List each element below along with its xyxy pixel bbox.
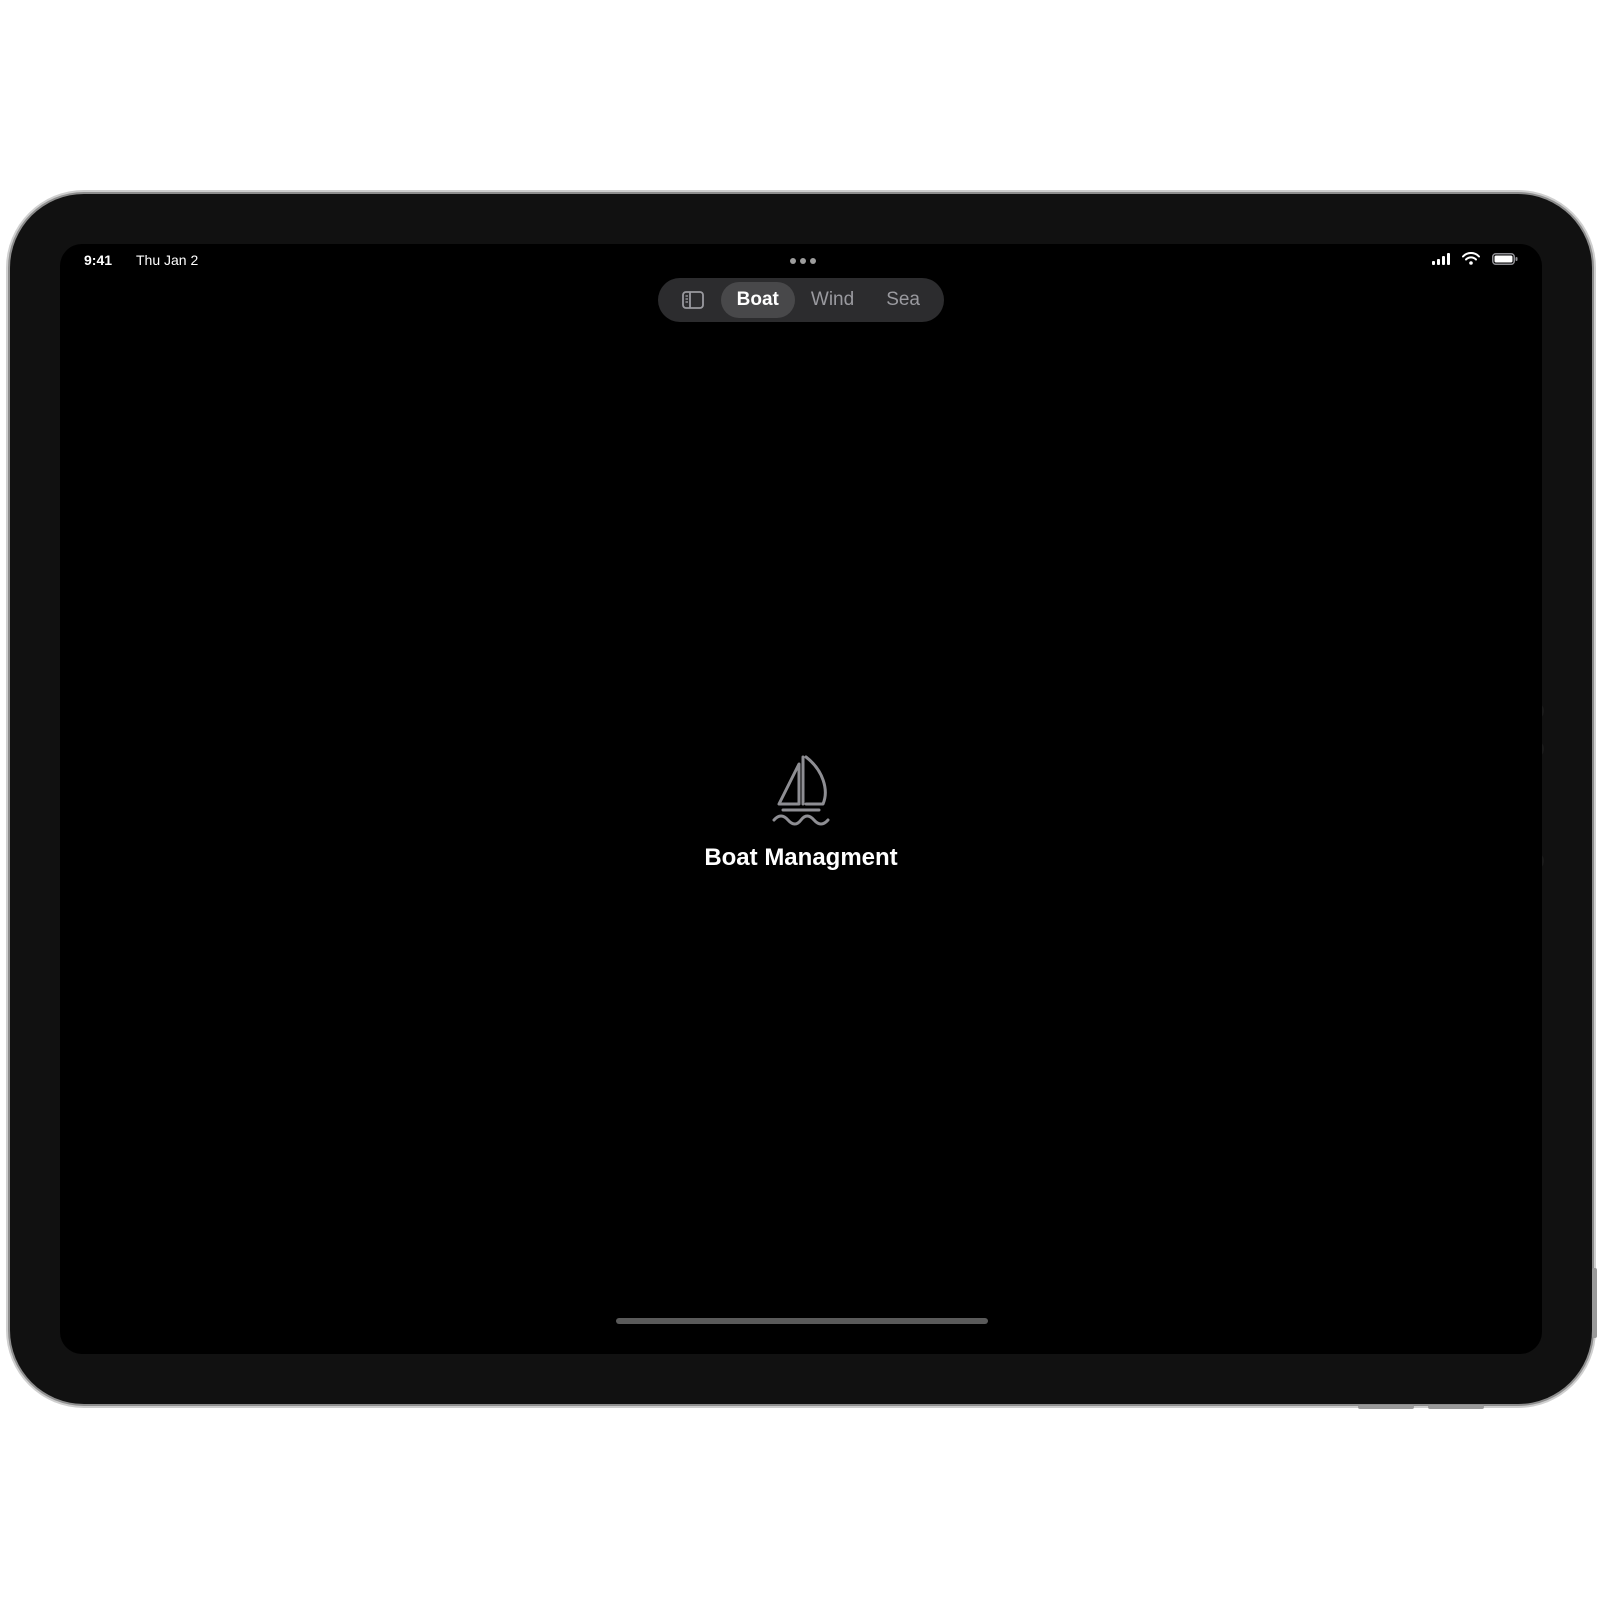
cellular-signal-icon xyxy=(1432,252,1450,265)
power-button xyxy=(1592,1268,1597,1338)
status-indicators xyxy=(1432,252,1518,265)
volume-up-button xyxy=(1358,1405,1414,1409)
battery-icon xyxy=(1492,252,1518,265)
empty-state: Boat Managment xyxy=(60,754,1542,872)
sailboat-icon xyxy=(772,755,830,826)
wifi-icon xyxy=(1462,252,1480,265)
empty-state-title: Boat Managment xyxy=(704,844,898,871)
tab-bar: Boat Wind Sea xyxy=(658,278,944,322)
sidebar-icon xyxy=(682,291,705,309)
tab-boat[interactable]: Boat xyxy=(720,282,795,318)
status-time: 9:41 xyxy=(84,252,113,268)
tab-sea[interactable]: Sea xyxy=(870,282,936,318)
home-indicator[interactable] xyxy=(616,1318,988,1324)
status-date: Thu Jan 2 xyxy=(136,252,199,268)
volume-down-button xyxy=(1428,1405,1484,1409)
more-dots-icon[interactable] xyxy=(790,258,816,264)
screen: 9:41 Thu Jan 2 Boat Wind Sea Boat Managm… xyxy=(60,244,1542,1354)
tab-wind[interactable]: Wind xyxy=(795,282,870,318)
sidebar-toggle-button[interactable] xyxy=(666,282,721,318)
ipad-device-frame: 9:41 Thu Jan 2 Boat Wind Sea Boat Managm… xyxy=(10,194,1592,1404)
